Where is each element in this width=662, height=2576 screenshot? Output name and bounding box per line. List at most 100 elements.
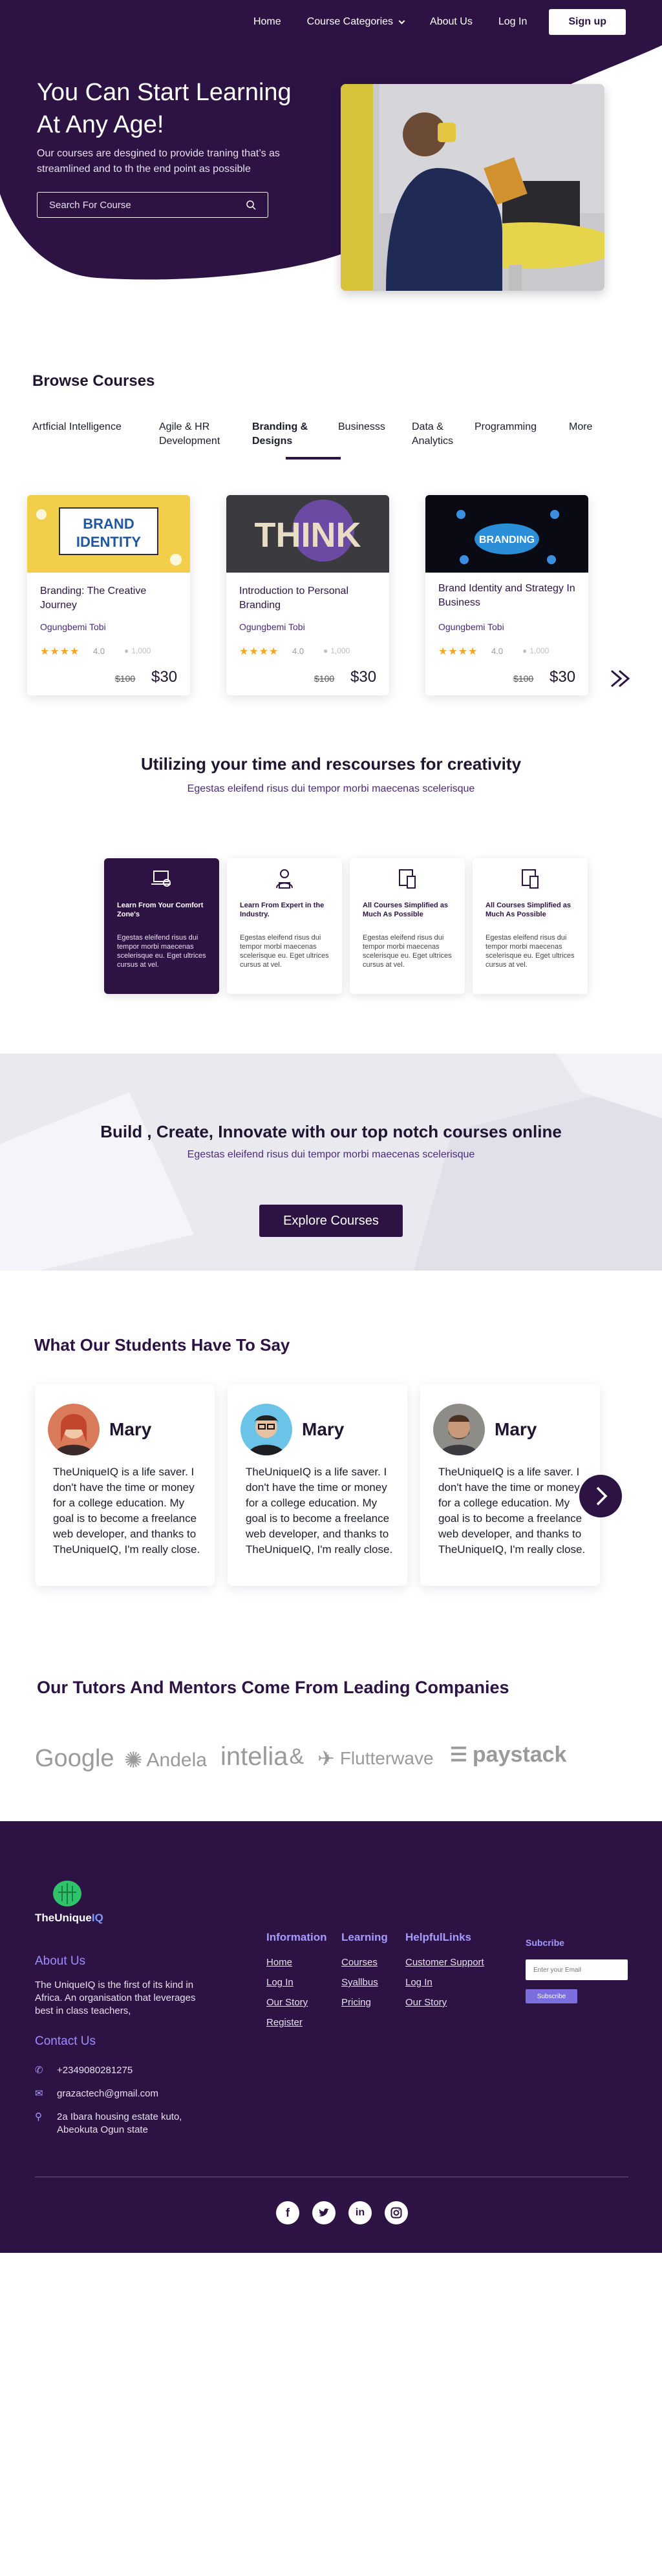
testimonial-quote: TheUniqueIQ is a life saver. I don't hav… <box>246 1466 393 1556</box>
course-card[interactable]: BRANDING Brand Identity and Strategy In … <box>425 495 588 695</box>
intelia-logo-text: intelia <box>220 1742 288 1771</box>
feature-card[interactable]: Learn From Expert in the Industry. Egest… <box>227 858 342 994</box>
google-logo: Google <box>35 1745 114 1772</box>
contact-phone[interactable]: ✆ +2349080281275 <box>35 2064 133 2077</box>
search-icon[interactable] <box>246 200 256 210</box>
old-price: $100 <box>115 673 136 684</box>
thumb-branding-text: BRANDING <box>479 534 535 545</box>
facebook-icon: f <box>286 2206 290 2219</box>
feature-title: All Courses Simplified as Much As Possib… <box>486 902 571 918</box>
course-thumbnail: THINK <box>226 495 389 573</box>
course-thumbnail: BRAND IDENTITY <box>27 495 190 573</box>
hero-title: You Can Start Learning At Any Age! <box>37 79 292 138</box>
hero-subtitle: Our courses are desgined to provide tran… <box>37 148 280 174</box>
flutterwave-logo: ✈ Flutterwave <box>317 1746 434 1771</box>
tab-data-analytics[interactable]: Data & Analytics <box>412 420 464 449</box>
testimonial-name: Mary <box>495 1419 537 1439</box>
course-card[interactable]: BRAND IDENTITY Branding: The Creative Jo… <box>27 495 190 695</box>
build-section: Build , Create, Innovate with our top no… <box>0 1053 662 1271</box>
footer-link-our-story[interactable]: Our Story <box>266 1997 308 2008</box>
avatar <box>240 1404 292 1455</box>
top-nav: Home Course Categories About Us Log In S… <box>228 9 626 35</box>
nav-course-categories[interactable]: Course Categories <box>306 16 405 28</box>
footer-link-home[interactable]: Home <box>266 1957 292 1968</box>
linkedin-button[interactable]: in <box>348 2201 372 2224</box>
footer-col-title: HelpfulLinks <box>405 1931 472 1943</box>
footer-link-register[interactable]: Register <box>266 2017 303 2028</box>
footer-link-pricing[interactable]: Pricing <box>341 1997 371 2008</box>
paystack-logo: ☰ paystack <box>450 1742 566 1768</box>
thumb-brand-text: BRAND <box>83 516 134 532</box>
feature-text: Egestas eleifend risus dui tempor morbi … <box>486 934 575 969</box>
utilize-title: Utilizing your time and rescourses for c… <box>140 754 522 774</box>
feature-card[interactable]: All Courses Simplified as Much As Possib… <box>350 858 465 994</box>
testimonial-next-button[interactable] <box>579 1475 622 1517</box>
laptop-user-icon <box>104 867 219 893</box>
signup-button[interactable]: Sign up <box>549 9 626 35</box>
course-title[interactable]: Branding: The Creative Journey <box>40 584 179 613</box>
nav-course-categories-label: Course Categories <box>306 16 394 27</box>
feature-text: Egestas eleifend risus dui tempor morbi … <box>363 934 452 969</box>
devices-icon <box>350 867 465 893</box>
facebook-button[interactable]: f <box>276 2201 299 2224</box>
andela-mark-icon: ✺ <box>124 1748 143 1773</box>
footer-brand-suffix: IQ <box>91 1912 103 1924</box>
tab-business[interactable]: Businesss <box>338 420 396 434</box>
course-title[interactable]: Introduction to Personal Branding <box>239 584 378 613</box>
subscribe-button[interactable]: Subscribe <box>526 1989 577 2003</box>
linkedin-icon: in <box>355 2207 365 2218</box>
view-count: ● 1,000 <box>522 646 549 655</box>
hero-image <box>341 84 604 291</box>
footer-link-syllabus[interactable]: Syallbus <box>341 1977 378 1988</box>
chevron-down-icon <box>398 17 405 24</box>
category-tabs: Artficial Intelligence Agile & HR Develo… <box>32 420 601 465</box>
footer-link-our-story-2[interactable]: Our Story <box>405 1997 447 2008</box>
double-chevron-right-icon[interactable] <box>608 669 634 688</box>
contact-email[interactable]: ✉ grazactech@gmail.com <box>35 2087 158 2100</box>
course-title[interactable]: Brand Identity and Strategy In Business <box>438 582 577 610</box>
testimonial-quote: TheUniqueIQ is a life saver. I don't hav… <box>438 1466 586 1556</box>
tab-programming[interactable]: Programming <box>475 420 552 434</box>
build-title: Build , Create, Innovate with our top no… <box>100 1122 562 1141</box>
twitter-button[interactable] <box>312 2201 336 2224</box>
tab-branding-designs[interactable]: Branding & Designs <box>252 420 317 449</box>
eye-icon: ● <box>522 646 528 655</box>
instagram-button[interactable] <box>385 2201 408 2224</box>
feature-title: Learn From Your Comfort Zone's <box>117 902 204 918</box>
thumb-think-text: THINK <box>255 516 361 554</box>
course-card[interactable]: THINK Introduction to Personal Branding … <box>226 495 389 695</box>
rating-value: 4.0 <box>93 646 105 656</box>
tab-artificial-intelligence[interactable]: Artficial Intelligence <box>32 420 142 434</box>
tab-agile-hr[interactable]: Agile & HR Development <box>159 420 237 449</box>
testimonial-card: Mary TheUniqueIQ is a life saver. I don'… <box>420 1384 600 1586</box>
explore-courses-button[interactable]: Explore Courses <box>259 1205 403 1237</box>
view-count-value: 1,000 <box>330 646 350 655</box>
footer-link-login[interactable]: Log In <box>266 1977 294 1988</box>
footer-link-login-2[interactable]: Log In <box>405 1977 432 1988</box>
nav-about-us[interactable]: About Us <box>430 16 473 28</box>
course-author: Ogungbemi Tobi <box>40 622 106 632</box>
footer-link-courses[interactable]: Courses <box>341 1957 378 1968</box>
nav-login[interactable]: Log In <box>498 16 527 28</box>
contact-address-value: 2a Ibara housing estate kuto, Abeokuta O… <box>57 2111 182 2135</box>
feature-text: Egestas eleifend risus dui tempor morbi … <box>117 934 206 969</box>
nav-home[interactable]: Home <box>253 16 281 28</box>
phone-icon: ✆ <box>35 2065 43 2076</box>
flutterwave-mark-icon: ✈ <box>317 1747 335 1770</box>
footer-link-customer-support[interactable]: Customer Support <box>405 1957 484 1968</box>
old-price: $100 <box>513 673 534 684</box>
mail-icon: ✉ <box>35 2088 43 2099</box>
feature-card[interactable]: Learn From Your Comfort Zone's Egestas e… <box>104 858 219 994</box>
subscribe-email-input[interactable] <box>526 1959 628 1980</box>
course-search-input[interactable]: Search For Course <box>37 192 268 218</box>
contact-phone-value: +2349080281275 <box>57 2065 133 2076</box>
course-thumbnail: BRANDING <box>425 495 588 573</box>
instagram-icon <box>390 2207 402 2219</box>
course-author: Ogungbemi Tobi <box>239 622 305 632</box>
feature-card[interactable]: All Courses Simplified as Much As Possib… <box>473 858 588 994</box>
tab-more[interactable]: More <box>569 420 608 434</box>
company-logos: Google ✺ Andela intelia & ✈ Flutterwave ☰ pa… <box>35 1738 636 1777</box>
star-rating-icon: ★★★★ <box>239 646 279 657</box>
footer-brand[interactable]: TheUniqueIQ <box>35 1912 103 1925</box>
utilize-subtitle: Egestas eleifend risus dui tempor morbi … <box>187 783 475 794</box>
